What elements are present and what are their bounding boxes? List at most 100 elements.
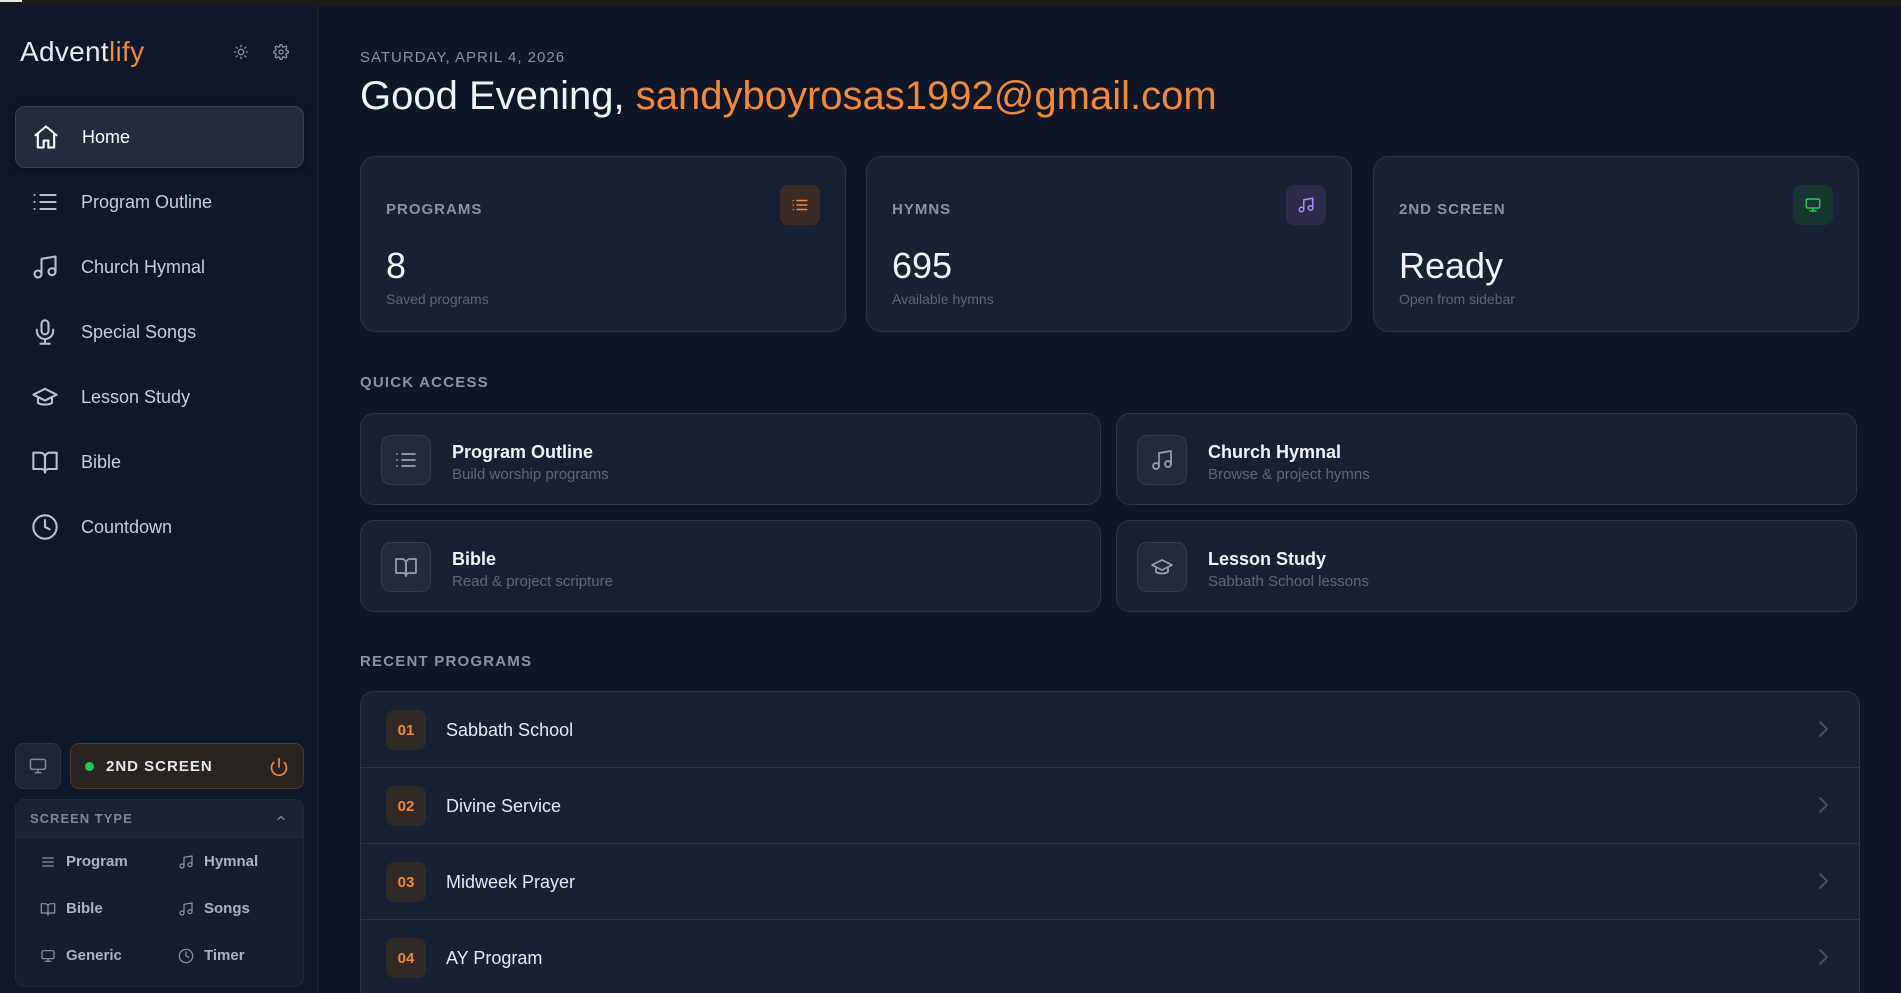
screen-type-hymnal[interactable]: Hymnal (178, 852, 290, 871)
quick-access-subtitle: Sabbath School lessons (1208, 573, 1369, 590)
monitor-button[interactable] (15, 743, 61, 789)
screen-type-songs[interactable]: Songs (178, 899, 290, 918)
sidebar-item-label: Program Outline (81, 191, 213, 212)
quick-access-title: QUICK ACCESS (360, 374, 489, 391)
screen-type-label: Hymnal (204, 853, 259, 870)
header-actions (232, 43, 290, 61)
stat-subtext: Available hymns (892, 291, 994, 307)
sidebar-item-label: Church Hymnal (81, 256, 206, 277)
screen-type-generic[interactable]: Generic (40, 946, 178, 965)
second-screen-label: 2ND SCREEN (106, 757, 213, 775)
quick-access-subtitle: Read & project scripture (452, 573, 613, 590)
quick-access-subtitle: Browse & project hymns (1208, 466, 1370, 483)
quick-access-title-text: Program Outline (452, 442, 594, 462)
program-name: Midweek Prayer (446, 872, 576, 892)
music-note-icon (178, 901, 194, 917)
screen-type-label: Songs (204, 900, 250, 917)
monitor-icon (1793, 185, 1833, 225)
music-note-icon (178, 854, 194, 870)
stat-value: 695 (892, 245, 953, 286)
recent-programs-title: RECENT PROGRAMS (360, 653, 533, 670)
chevron-right-icon (1817, 946, 1831, 968)
screen-type-timer[interactable]: Timer (178, 946, 290, 965)
music-note-icon (1137, 435, 1187, 485)
sidebar-nav: Home Program Outline Church Hymnal Speci… (15, 106, 304, 561)
user-email: sandyboyrosas1992@gmail.com (635, 74, 1217, 118)
quick-access-title-text: Church Hymnal (1208, 442, 1342, 462)
stat-subtext: Open from sidebar (1399, 291, 1515, 307)
sidebar: Adventlify Home Program Outline Church H… (0, 6, 318, 993)
quick-access-bible[interactable]: Bible Read & project scripture (360, 520, 1101, 612)
book-icon (31, 448, 59, 476)
quick-access-subtitle: Build worship programs (452, 466, 609, 483)
program-name: Sabbath School (446, 720, 574, 740)
stat-label: HYMNS (892, 201, 952, 218)
stat-label: 2ND SCREEN (1399, 201, 1506, 218)
stat-value: Ready (1399, 245, 1504, 286)
sidebar-item-label: Lesson Study (81, 386, 191, 407)
second-screen-toggle[interactable]: 2ND SCREEN (70, 743, 304, 789)
program-number: 01 (386, 710, 426, 750)
list-icon (780, 185, 820, 225)
recent-programs-list: 01 Sabbath School 02 Divine Service 03 M… (360, 691, 1860, 993)
recent-program-row[interactable]: 02 Divine Service (361, 768, 1859, 844)
sidebar-item-lesson-study[interactable]: Lesson Study (15, 366, 304, 428)
chevron-right-icon (1817, 718, 1831, 740)
screen-type-program[interactable]: Program (40, 852, 178, 871)
greeting-text: Good Evening, (360, 74, 636, 118)
sidebar-item-label: Home (82, 126, 131, 147)
graduation-cap-icon (31, 383, 59, 411)
sidebar-item-program-outline[interactable]: Program Outline (15, 171, 304, 233)
recent-program-row[interactable]: 03 Midweek Prayer (361, 844, 1859, 920)
power-icon[interactable] (269, 757, 289, 777)
sidebar-item-bible[interactable]: Bible (15, 431, 304, 493)
graduation-cap-icon (1137, 542, 1187, 592)
program-number: 04 (386, 938, 426, 978)
sidebar-item-church-hymnal[interactable]: Church Hymnal (15, 236, 304, 298)
list-icon (31, 188, 59, 216)
screen-type-bible[interactable]: Bible (40, 899, 178, 918)
quick-access-lesson-study[interactable]: Lesson Study Sabbath School lessons (1116, 520, 1857, 612)
sun-icon[interactable] (232, 43, 250, 61)
program-number: 02 (386, 786, 426, 826)
sidebar-item-label: Countdown (81, 516, 173, 537)
program-name: AY Program (446, 948, 543, 968)
sidebar-item-special-songs[interactable]: Special Songs (15, 301, 304, 363)
stat-label: PROGRAMS (386, 201, 483, 218)
sidebar-item-countdown[interactable]: Countdown (15, 496, 304, 558)
monitor-icon (29, 758, 47, 774)
stat-value: 8 (386, 245, 407, 286)
recent-program-row[interactable]: 01 Sabbath School (361, 692, 1859, 768)
status-dot (85, 761, 94, 771)
stat-card-second-screen: 2ND SCREEN Ready Open from sidebar (1373, 156, 1859, 332)
quick-access-church-hymnal[interactable]: Church Hymnal Browse & project hymns (1116, 413, 1857, 505)
screen-type-panel: SCREEN TYPE Program Hymnal Bible Songs G… (15, 799, 304, 987)
chevron-up-icon[interactable] (275, 812, 287, 827)
clock-icon (178, 948, 194, 964)
screen-type-header[interactable]: SCREEN TYPE (16, 800, 303, 838)
second-screen-controls: 2ND SCREEN (15, 743, 304, 789)
screen-type-label: Generic (66, 947, 122, 964)
stat-card-programs: PROGRAMS 8 Saved programs (360, 156, 846, 332)
page-title: Good Evening, sandyboyrosas1992@gmail.co… (360, 74, 1217, 119)
brand-accent: lify (108, 36, 145, 67)
sidebar-item-home[interactable]: Home (15, 106, 304, 168)
quick-access-title-text: Lesson Study (1208, 549, 1327, 569)
microphone-icon (31, 318, 59, 346)
home-icon (32, 123, 60, 151)
music-note-icon (31, 253, 59, 281)
list-icon (40, 854, 56, 870)
current-date: SATURDAY, APRIL 4, 2026 (360, 49, 566, 66)
recent-program-row[interactable]: 04 AY Program (361, 920, 1859, 993)
program-number: 03 (386, 862, 426, 902)
screen-type-label: Timer (204, 947, 245, 964)
gear-icon[interactable] (272, 43, 290, 61)
quick-access-program-outline[interactable]: Program Outline Build worship programs (360, 413, 1101, 505)
clock-icon (31, 513, 59, 541)
book-icon (40, 901, 56, 917)
brand-name: Advent (20, 36, 109, 67)
sidebar-item-label: Bible (81, 451, 122, 472)
monitor-icon (40, 948, 56, 964)
list-icon (381, 435, 431, 485)
screen-type-label: Bible (66, 900, 103, 917)
